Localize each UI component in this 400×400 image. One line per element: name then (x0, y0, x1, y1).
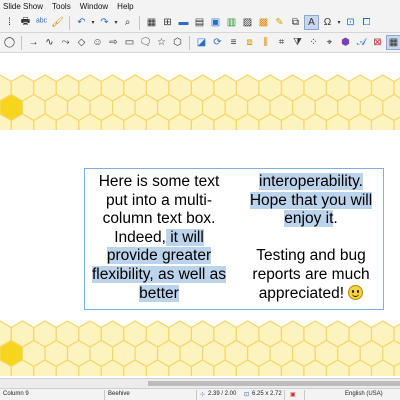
curve-icon[interactable]: ∿ (42, 35, 57, 50)
smiley-face-icon (348, 284, 364, 300)
menu-help[interactable]: Help (117, 2, 133, 11)
more-options-icon[interactable]: ▾ (336, 15, 342, 30)
toolbar-separator (69, 15, 70, 30)
status-separator (304, 390, 305, 400)
status-master-slide[interactable]: Beehive (108, 391, 130, 397)
selection-icon[interactable]: ▦ (386, 35, 400, 50)
3d-objects-icon[interactable]: ⬡ (170, 35, 185, 50)
line-arrow-icon[interactable]: → (26, 35, 41, 50)
special-character-icon[interactable]: Ω (320, 15, 335, 30)
image-icon[interactable]: ▣ (208, 15, 223, 30)
text-column-1[interactable]: Here is some text put into a multi-colum… (87, 173, 231, 303)
status-size: 6.25 x 2.72 (252, 391, 282, 397)
honeycomb-band-top (0, 74, 400, 130)
fontwork-gallery-icon[interactable]: 𝒜 (354, 35, 369, 50)
fontwork-icon[interactable]: ✎ (272, 15, 287, 30)
status-position: 2.39 / 2.00 (208, 391, 237, 397)
basic-shapes-icon[interactable]: ◇ (74, 35, 89, 50)
rotate-icon[interactable]: ⟳ (210, 35, 225, 50)
flowchart-icon[interactable]: ▭ (122, 35, 137, 50)
align-icon[interactable]: ≡ (226, 35, 241, 50)
symbol-shapes-icon[interactable]: ☺ (90, 35, 105, 50)
status-column: Column 9 (3, 391, 29, 397)
arrange-icon[interactable]: ⧈ (242, 35, 257, 50)
scrollbar-thumb[interactable] (148, 381, 400, 386)
toolbar-separator (139, 15, 140, 30)
menu-bar: Slide Show Tools Window Help (0, 0, 400, 13)
spellcheck-icon[interactable]: ᵃᵇᶜ (34, 15, 49, 30)
insert-text-box-icon[interactable]: A (304, 15, 319, 30)
hyperlink-icon[interactable]: ⧉ (288, 15, 303, 30)
honeycomb-band-bottom (0, 320, 400, 376)
redo-dropdown-icon[interactable]: ▾ (113, 15, 119, 30)
image-filter-icon[interactable]: ⊠ (370, 35, 385, 50)
slide-icon[interactable]: ▬ (176, 15, 191, 30)
points-icon[interactable]: ⁘ (306, 35, 321, 50)
callouts-icon[interactable]: 🗨 (138, 35, 153, 50)
standard-toolbar: ⁞ 🖶 ᵃᵇᶜ 🖌 ↶ ▾ ↷ ▾ ⌕ ▦ ⊞ ▬ ▤ ▣ ▥ ▨ ▩ ✎ ⧉ … (0, 13, 400, 33)
filter-icon[interactable]: ⧩ (290, 35, 305, 50)
toolbar-separator (189, 35, 190, 50)
media-icon[interactable]: ▨ (240, 15, 255, 30)
slide-layout-icon[interactable]: ⊡ (343, 15, 358, 30)
connector-icon[interactable]: ⤳ (58, 35, 73, 50)
undo-dropdown-icon[interactable]: ▾ (90, 15, 96, 30)
status-separator (104, 390, 105, 400)
redo-icon[interactable]: ↷ (97, 15, 112, 30)
duplicate-slide-icon[interactable]: ⧠ (359, 15, 374, 30)
size-icon: ⊡ (244, 392, 250, 398)
table-icon[interactable]: ▦ (144, 15, 159, 30)
crop-icon[interactable]: ⌗ (274, 35, 289, 50)
multi-column-text-box[interactable]: Here is some text put into a multi-colum… (84, 168, 384, 310)
slide-canvas[interactable]: Here is some text put into a multi-colum… (0, 54, 400, 378)
ellipse-icon[interactable]: ◯ (2, 35, 17, 50)
menu-tools[interactable]: Tools (52, 2, 71, 11)
column-2-selected-text: interoperability. Hope that you will enj… (249, 173, 373, 228)
gallery-icon[interactable]: ▩ (256, 15, 271, 30)
menu-slide-show[interactable]: Slide Show (3, 2, 43, 11)
status-separator (284, 390, 285, 400)
stars-icon[interactable]: ☆ (154, 35, 169, 50)
toolbar-separator (21, 35, 22, 50)
menu-window[interactable]: Window (80, 2, 108, 11)
toggle-extrusion-icon[interactable]: ⬢ (338, 35, 353, 50)
print-icon[interactable]: 🖶 (18, 15, 33, 30)
undo-icon[interactable]: ↶ (74, 15, 89, 30)
column-2-end-text: . (333, 210, 338, 228)
document-modified-icon[interactable]: ▣ (290, 391, 296, 398)
clone-formatting-icon[interactable]: 🖌 (50, 15, 65, 30)
shadow-icon[interactable]: ◪ (194, 35, 209, 50)
find-replace-icon[interactable]: ⌕ (120, 15, 135, 30)
chart-icon[interactable]: ▥ (224, 15, 239, 30)
glue-points-icon[interactable]: ⌖ (322, 35, 337, 50)
text-box-tool[interactable]: ⁞ (2, 15, 17, 30)
horizontal-scrollbar[interactable] (0, 378, 400, 388)
block-arrows-icon[interactable]: ⇨ (106, 35, 121, 50)
status-language[interactable]: English (USA) (345, 391, 383, 397)
sidebar-icon[interactable]: ▤ (192, 15, 207, 30)
text-column-2[interactable]: interoperability. Hope that you will enj… (239, 173, 383, 303)
status-bar: Column 9 Beehive ⊹ 2.39 / 2.00 ⊡ 6.25 x … (0, 388, 400, 400)
position-icon: ⊹ (200, 392, 206, 398)
status-separator (196, 390, 197, 400)
drawing-toolbar: ◯ → ∿ ⤳ ◇ ☺ ⇨ ▭ 🗨 ☆ ⬡ ◪ ⟳ ≡ ⧈ ⫼ ⌗ ⧩ ⁘ ⌖ … (0, 33, 400, 53)
distribute-icon[interactable]: ⫼ (258, 35, 273, 50)
grid-icon[interactable]: ⊞ (160, 15, 175, 30)
